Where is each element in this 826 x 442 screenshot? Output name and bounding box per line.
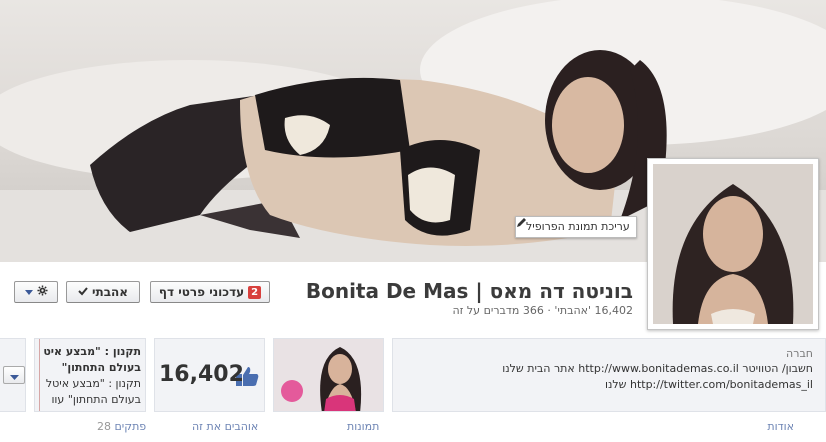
- more-tabs-button[interactable]: [3, 366, 25, 384]
- edit-profile-picture-label: עריכת תמונת הפרופיל: [526, 220, 630, 233]
- photos-thumbnail-image: [274, 339, 383, 411]
- settings-button[interactable]: [14, 281, 58, 303]
- edit-profile-picture-button[interactable]: עריכת תמונת הפרופיל: [515, 216, 637, 238]
- notes-line-3: תקנון : "מבצע איטל: [45, 377, 141, 390]
- likes-count: 16,402: [159, 362, 244, 387]
- about-line-2: שלנו http://twitter.com/bonitademas_il: [605, 378, 813, 391]
- liked-label: אהבתי: [91, 285, 129, 299]
- about-box[interactable]: חברה אתר הבית שלנו http://www.bonitadema…: [392, 338, 826, 412]
- notes-line-4: בעולם התחתון" עוו: [51, 393, 141, 406]
- notes-line-2: בעולם התחתון": [61, 361, 141, 374]
- tab-notes[interactable]: פתקים 28: [97, 420, 146, 433]
- page-updates-badge: 2: [248, 285, 262, 299]
- chevron-down-icon: [9, 366, 19, 385]
- chevron-down-icon: [24, 285, 33, 299]
- tab-notes-thumbnail[interactable]: תקנון : "מבצע איט בעולם התחתון" תקנון : …: [34, 338, 146, 412]
- page-title: Bonita De Mas | בוניטה דה מאס: [305, 279, 633, 303]
- liked-button[interactable]: אהבתי: [66, 281, 140, 303]
- page-updates-button[interactable]: 2 עדכוני פרטי דף: [150, 281, 270, 303]
- tab-photos-thumbnail[interactable]: [273, 338, 384, 412]
- gear-icon: [36, 285, 48, 299]
- page-stats: 16,402 'אהבתי' · 366 מדברים על זה: [452, 304, 633, 317]
- tab-likes[interactable]: אוהבים את זה: [192, 420, 258, 433]
- page-updates-label: עדכוני פרטי דף: [158, 285, 245, 299]
- tab-photos[interactable]: תמונות: [347, 420, 379, 433]
- check-icon: [78, 285, 88, 299]
- about-line-1: אתר הבית שלנו http://www.bonitademas.co.…: [502, 362, 813, 375]
- tab-notes-count: 28: [97, 420, 111, 433]
- profile-picture-image: [653, 164, 813, 324]
- profile-picture[interactable]: [647, 158, 819, 330]
- notes-divider: [39, 339, 40, 411]
- tab-notes-label: פתקים: [114, 420, 147, 433]
- notes-line-1: תקנון : "מבצע איט: [43, 345, 141, 358]
- page-category: חברה: [786, 347, 813, 360]
- tab-about[interactable]: אודות: [767, 420, 794, 433]
